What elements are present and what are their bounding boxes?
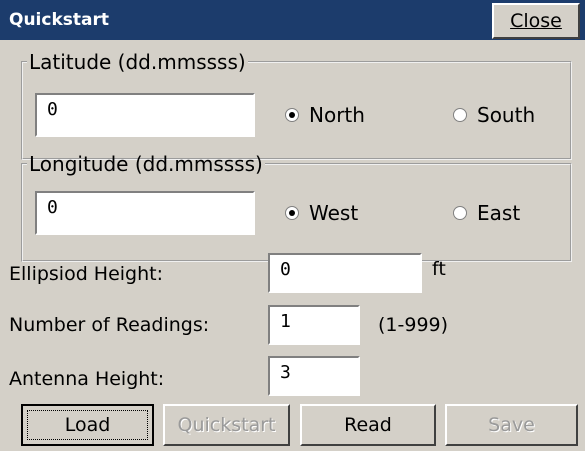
latitude-input[interactable]: 0 <box>35 93 255 137</box>
radio-east-dot <box>453 206 467 220</box>
close-button[interactable]: Close <box>492 3 580 39</box>
radio-west-label: West <box>309 201 359 225</box>
quickstart-button-label: Quickstart <box>177 414 276 436</box>
read-button[interactable]: Read <box>300 404 436 446</box>
radio-west[interactable]: West <box>285 201 358 225</box>
window-title: Quickstart <box>9 10 109 30</box>
latitude-legend: Latitude (dd.mmssss) <box>29 50 246 74</box>
ellipsoid-height-label: Ellipsiod Height: <box>9 263 164 285</box>
radio-south-dot <box>453 108 467 122</box>
readings-range: (1-999) <box>378 314 449 336</box>
antenna-height-label: Antenna Height: <box>9 368 165 390</box>
radio-north[interactable]: North <box>285 103 365 127</box>
number-of-readings-label: Number of Readings: <box>9 314 210 336</box>
load-focus-rect <box>27 410 148 440</box>
longitude-legend: Longitude (dd.mmssss) <box>29 152 263 176</box>
radio-north-dot <box>285 108 299 122</box>
number-of-readings-input[interactable]: 1 <box>268 305 360 345</box>
radio-south[interactable]: South <box>453 103 535 127</box>
radio-north-label: North <box>309 103 365 127</box>
save-button[interactable]: Save <box>445 404 578 446</box>
quickstart-button[interactable]: Quickstart <box>163 404 290 446</box>
load-button[interactable]: Load <box>21 404 154 446</box>
close-button-label: Close <box>510 10 562 32</box>
radio-east-label: East <box>477 201 521 225</box>
radio-west-dot <box>285 206 299 220</box>
read-button-label: Read <box>344 414 392 436</box>
ellipsoid-height-input[interactable]: 0 <box>268 253 422 293</box>
save-button-label: Save <box>488 414 535 436</box>
antenna-height-input[interactable]: 3 <box>268 356 360 396</box>
longitude-input[interactable]: 0 <box>35 191 255 235</box>
radio-south-label: South <box>477 103 536 127</box>
ellipsoid-height-unit: ft <box>432 258 446 280</box>
radio-east[interactable]: East <box>453 201 520 225</box>
